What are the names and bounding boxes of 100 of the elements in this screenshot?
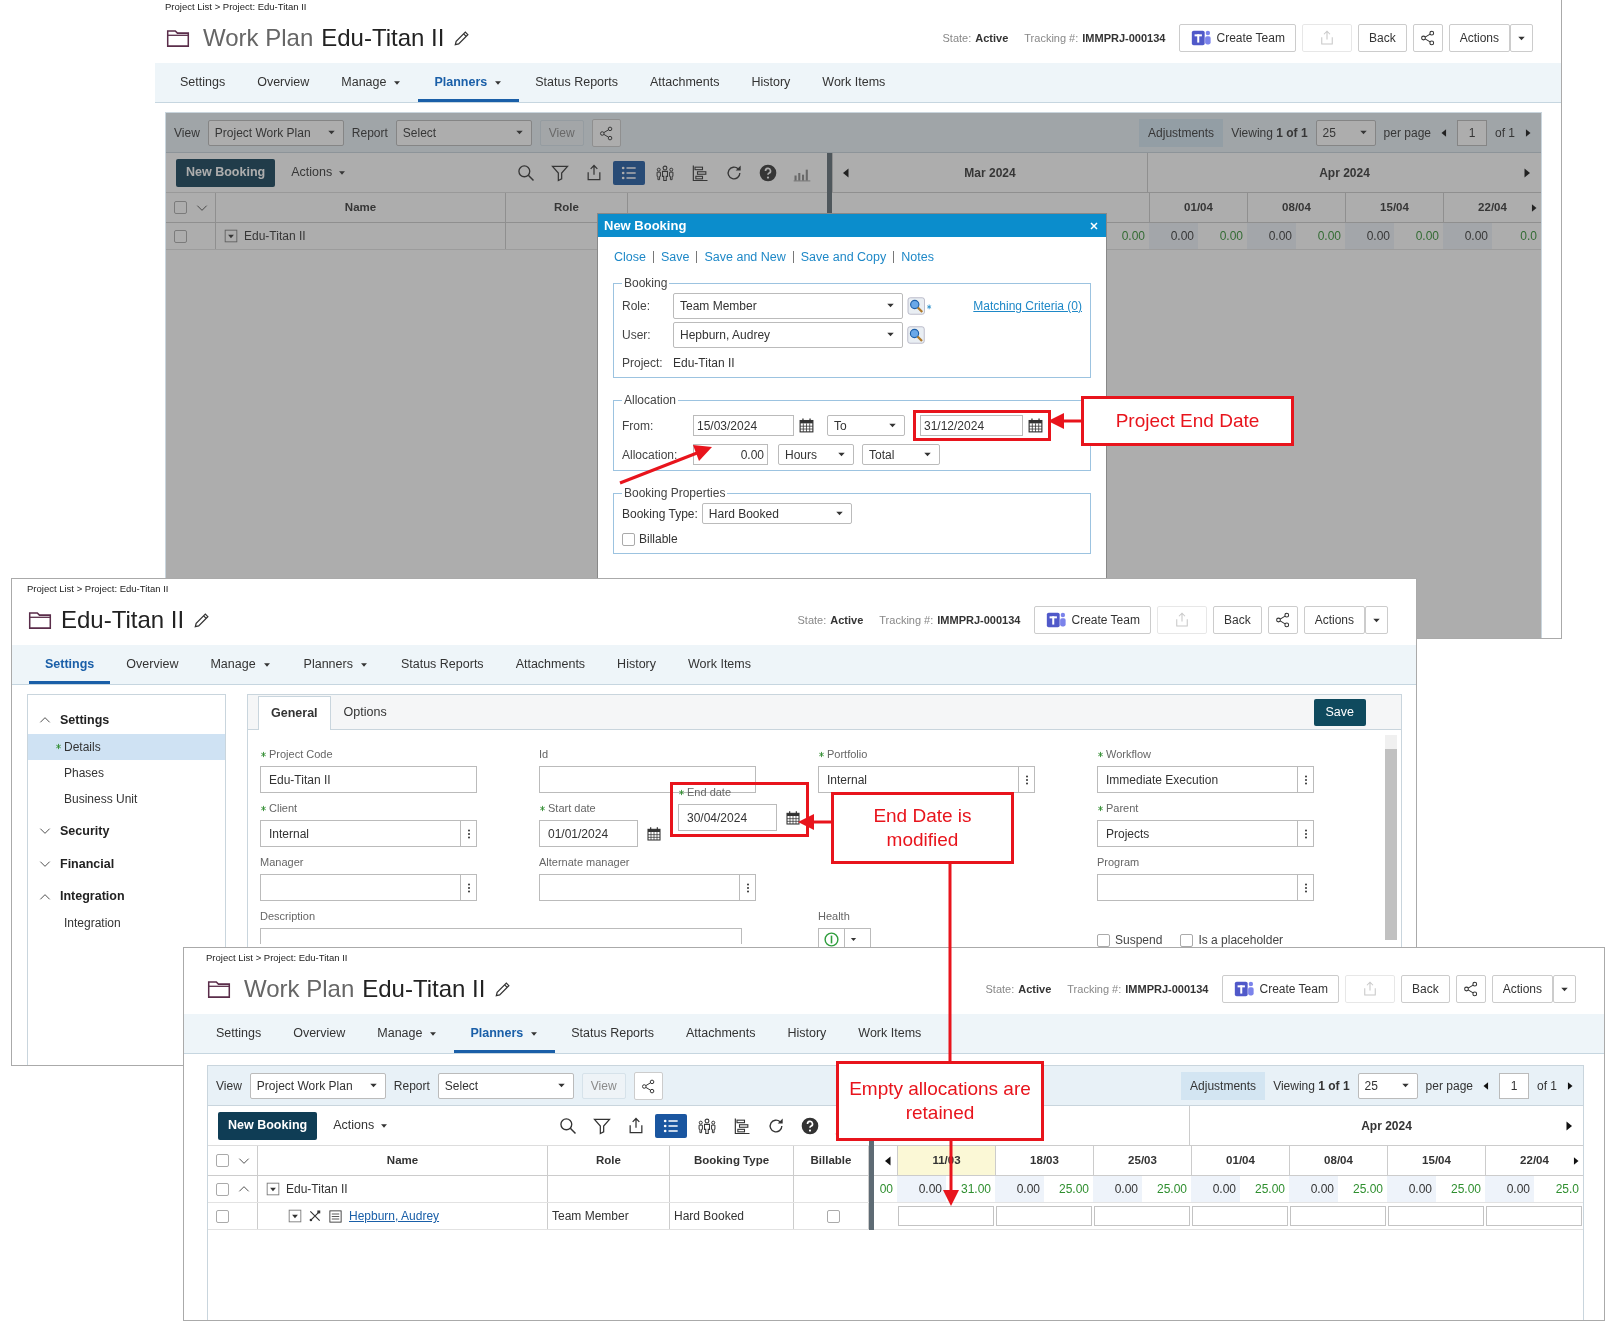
- unit-dropdown[interactable]: Hours: [778, 444, 854, 466]
- checkbox[interactable]: [1097, 933, 1110, 947]
- nav-tab[interactable]: Settings: [200, 1017, 278, 1053]
- tools-icon[interactable]: [308, 1209, 322, 1223]
- nav-tab[interactable]: Status Reports: [519, 66, 634, 102]
- row-menu-icon[interactable]: [288, 1209, 302, 1223]
- dialog-link[interactable]: Save and Copy: [793, 248, 894, 267]
- allocation-field[interactable]: [996, 1206, 1092, 1226]
- nav-tab[interactable]: Manage: [361, 1017, 455, 1053]
- row-menu-icon[interactable]: [266, 1182, 280, 1196]
- allocation-field[interactable]: 0.00: [693, 444, 768, 466]
- dialog-link[interactable]: Save: [653, 248, 697, 267]
- create-team-button[interactable]: Create Team: [1222, 975, 1339, 1003]
- sidebar-item[interactable]: Integration: [28, 910, 225, 936]
- create-team-button[interactable]: Create Team: [1179, 24, 1296, 52]
- resource-link[interactable]: Hepburn, Audrey: [349, 1207, 440, 1225]
- actions-button[interactable]: Actions: [1491, 975, 1553, 1003]
- share-button[interactable]: [1267, 606, 1298, 634]
- nav-tab[interactable]: Status Reports: [384, 648, 500, 684]
- search-icon[interactable]: [907, 296, 933, 315]
- sidebar-group[interactable]: Integration: [28, 883, 225, 910]
- select-all-checkbox[interactable]: [216, 1154, 229, 1167]
- new-booking-button[interactable]: New Booking: [176, 158, 276, 187]
- dialog-link[interactable]: Notes: [894, 248, 941, 267]
- form-tab[interactable]: General: [258, 696, 331, 730]
- nav-tab[interactable]: Planners: [418, 66, 520, 102]
- search-icon[interactable]: [907, 325, 925, 344]
- calendar-icon[interactable]: [785, 809, 801, 826]
- allocation-field[interactable]: [1486, 1206, 1582, 1226]
- picker-field[interactable]: Internal: [818, 766, 1035, 793]
- allocation-field[interactable]: [1192, 1206, 1288, 1226]
- health-dropdown[interactable]: [818, 928, 871, 950]
- nav-tab[interactable]: Settings: [164, 66, 242, 102]
- share-button[interactable]: [633, 1071, 663, 1100]
- view-dropdown[interactable]: Project Work Plan: [207, 119, 344, 146]
- page-number-field[interactable]: 1: [1457, 119, 1487, 146]
- date-field[interactable]: 31/12/2024: [920, 415, 1023, 437]
- nav-tab[interactable]: Work Items: [806, 66, 902, 102]
- spread-dropdown[interactable]: Total: [862, 444, 940, 466]
- picker-field[interactable]: Immediate Execution: [1097, 766, 1314, 793]
- select-all-checkbox[interactable]: [174, 201, 187, 214]
- allocation-field[interactable]: [1094, 1206, 1190, 1226]
- billable-checkbox[interactable]: [622, 532, 635, 546]
- booking-type-dropdown[interactable]: Hard Booked: [701, 503, 852, 525]
- view-dropdown[interactable]: Project Work Plan: [249, 1072, 386, 1099]
- to-dropdown[interactable]: To: [827, 415, 905, 437]
- sidebar-item[interactable]: Phases: [28, 759, 225, 786]
- new-booking-button[interactable]: New Booking: [218, 1111, 318, 1140]
- view-mode-button[interactable]: [655, 1113, 687, 1138]
- allocation-field[interactable]: [1290, 1206, 1386, 1226]
- close-button[interactable]: [1088, 219, 1100, 232]
- nav-tab[interactable]: Attachments: [669, 1017, 772, 1053]
- text-field[interactable]: Edu-Titan II: [260, 766, 477, 793]
- nav-tab[interactable]: Overview: [241, 66, 326, 102]
- create-team-button[interactable]: Create Team: [1034, 606, 1151, 634]
- calendar-icon[interactable]: [1027, 417, 1044, 435]
- nav-tab[interactable]: Overview: [277, 1017, 362, 1053]
- back-button[interactable]: Back: [1357, 24, 1407, 52]
- picker-field[interactable]: [260, 874, 477, 901]
- dialog-link[interactable]: Save and New: [697, 248, 793, 267]
- picker-field[interactable]: [539, 874, 756, 901]
- sidebar-item[interactable]: Details: [28, 733, 225, 760]
- nav-tab[interactable]: Attachments: [633, 66, 736, 102]
- report-dropdown[interactable]: Select: [395, 119, 532, 146]
- checkbox[interactable]: [1180, 933, 1194, 947]
- sidebar-item[interactable]: Business Unit: [28, 785, 225, 812]
- picker-field[interactable]: Internal: [260, 820, 477, 847]
- actions-button[interactable]: Actions: [1303, 606, 1365, 634]
- actions-menu[interactable]: Actions: [323, 1116, 400, 1135]
- report-dropdown[interactable]: Select: [437, 1072, 574, 1099]
- role-dropdown[interactable]: Team Member: [673, 292, 903, 319]
- adjustments-button[interactable]: Adjustments: [1139, 118, 1224, 147]
- nav-tab[interactable]: Work Items: [842, 1017, 938, 1053]
- nav-tab[interactable]: Planners: [454, 1017, 556, 1053]
- user-dropdown[interactable]: Hepburn, Audrey: [673, 321, 903, 348]
- back-button[interactable]: Back: [1400, 975, 1450, 1003]
- billable-checkbox[interactable]: [826, 1209, 840, 1223]
- row-checkbox[interactable]: [216, 1209, 229, 1223]
- dialog-link[interactable]: Close: [614, 248, 653, 267]
- nav-tab[interactable]: Manage: [325, 66, 419, 102]
- matching-criteria-link[interactable]: Matching Criteria (0): [973, 296, 1082, 315]
- date-field[interactable]: 15/03/2024: [693, 415, 794, 437]
- save-button[interactable]: Save: [1313, 699, 1366, 726]
- date-field[interactable]: 01/01/2024: [539, 820, 638, 847]
- picker-field[interactable]: Projects: [1097, 820, 1314, 847]
- share-button[interactable]: [1455, 975, 1486, 1003]
- sidebar-group[interactable]: Settings: [28, 707, 225, 734]
- nav-tab[interactable]: Settings: [29, 648, 111, 684]
- nav-tab[interactable]: History: [771, 1017, 843, 1053]
- sidebar-group[interactable]: Financial: [28, 850, 225, 878]
- date-field[interactable]: 30/04/2024: [678, 804, 777, 831]
- share-button[interactable]: [1412, 24, 1443, 52]
- sidebar-group[interactable]: Security: [28, 817, 225, 845]
- adjustments-button[interactable]: Adjustments: [1181, 1071, 1266, 1100]
- page-size-dropdown[interactable]: 25: [1357, 1072, 1418, 1099]
- nav-tab[interactable]: Status Reports: [555, 1017, 670, 1053]
- page-number-field[interactable]: 1: [1499, 1072, 1529, 1099]
- nav-tab[interactable]: History: [601, 648, 672, 684]
- actions-menu[interactable]: Actions: [281, 163, 358, 182]
- actions-button[interactable]: Actions: [1448, 24, 1510, 52]
